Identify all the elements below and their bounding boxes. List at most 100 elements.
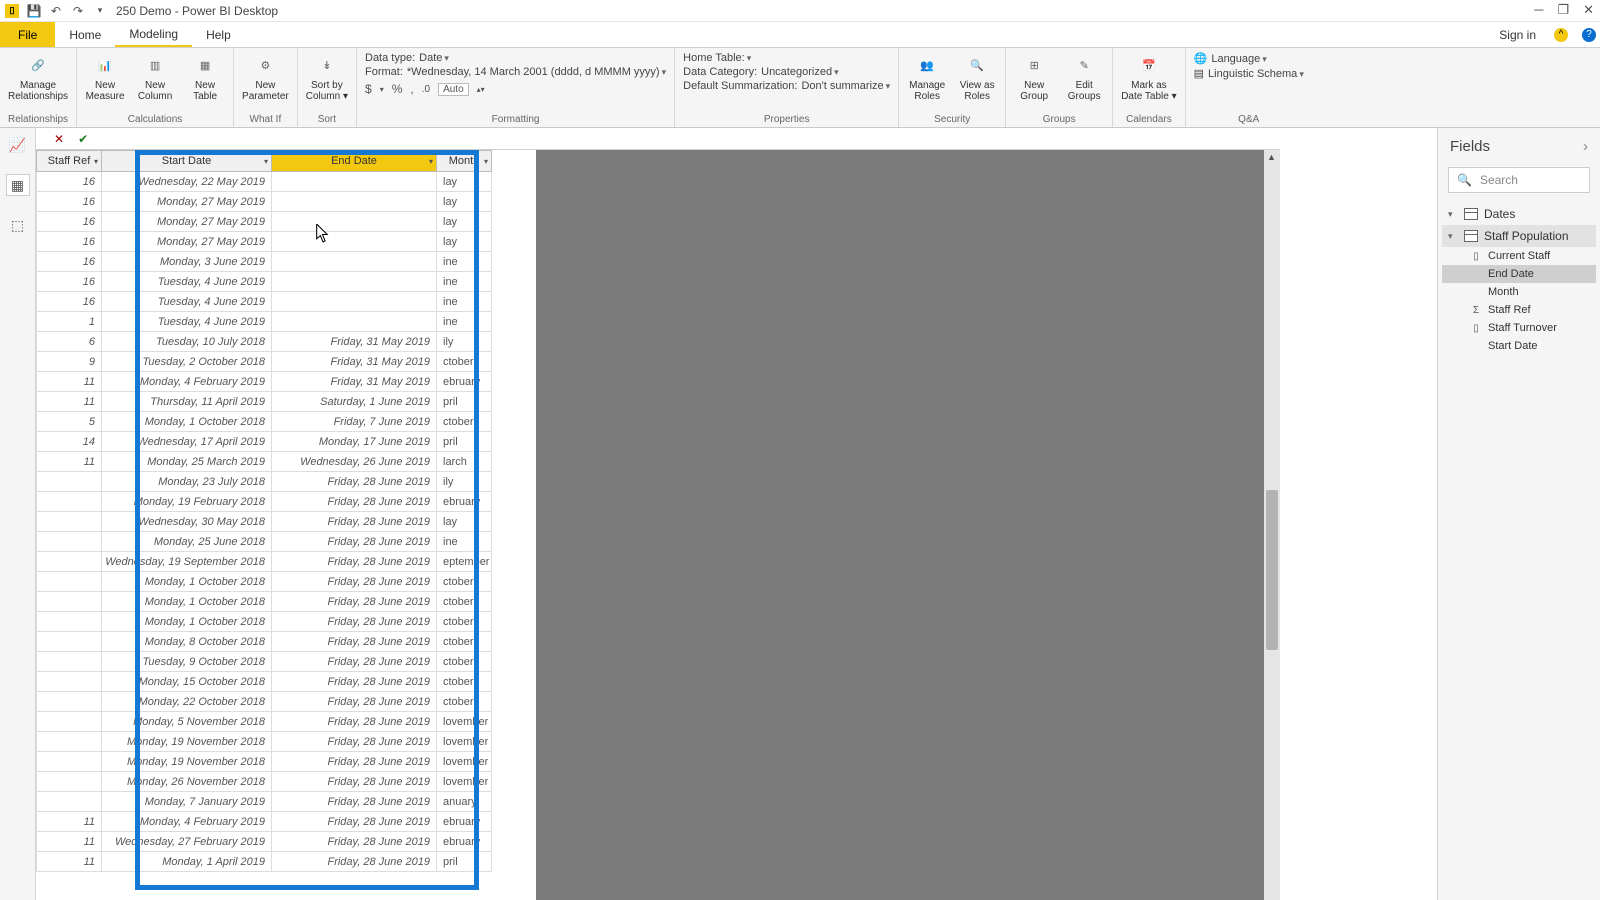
cell-start-date[interactable]: Tuesday, 4 June 2019: [102, 312, 272, 332]
qat-dropdown-icon[interactable]: ▾: [92, 3, 108, 19]
currency-button[interactable]: $: [365, 82, 372, 96]
filter-icon[interactable]: ▾: [264, 157, 268, 166]
cell-start-date[interactable]: Monday, 19 November 2018: [102, 752, 272, 772]
cell-staff-ref[interactable]: 16: [36, 272, 102, 292]
cell-start-date[interactable]: Tuesday, 10 July 2018: [102, 332, 272, 352]
table-row[interactable]: 16Monday, 27 May 2019 lay: [36, 212, 536, 232]
new-group-button[interactable]: ⊞New Group: [1014, 52, 1054, 102]
table-row[interactable]: Monday, 15 October 2018Friday, 28 June 2…: [36, 672, 536, 692]
cell-start-date[interactable]: Monday, 22 October 2018: [102, 692, 272, 712]
cell-end-date[interactable]: Friday, 28 June 2019: [272, 692, 437, 712]
cell-staff-ref[interactable]: [36, 532, 102, 552]
cell-end-date[interactable]: [272, 172, 437, 192]
cell-staff-ref[interactable]: 11: [36, 812, 102, 832]
vertical-scrollbar[interactable]: ▲: [1264, 150, 1280, 900]
cell-month[interactable]: lay: [437, 212, 492, 232]
table-row[interactable]: Monday, 5 November 2018Friday, 28 June 2…: [36, 712, 536, 732]
fields-collapse-icon[interactable]: ›: [1583, 138, 1588, 155]
cell-end-date[interactable]: [272, 312, 437, 332]
cell-end-date[interactable]: Friday, 28 June 2019: [272, 792, 437, 812]
filter-icon[interactable]: ▾: [484, 157, 488, 166]
commit-formula-icon[interactable]: ✔: [78, 132, 88, 146]
cell-month[interactable]: ctober: [437, 352, 492, 372]
cell-staff-ref[interactable]: 14: [36, 432, 102, 452]
cell-start-date[interactable]: Tuesday, 2 October 2018: [102, 352, 272, 372]
cell-month[interactable]: lay: [437, 172, 492, 192]
decimal-button[interactable]: .0: [422, 84, 430, 95]
mark-as-date-table-button[interactable]: 📅Mark as Date Table ▾: [1121, 52, 1176, 102]
cell-start-date[interactable]: Wednesday, 27 February 2019: [102, 832, 272, 852]
cell-staff-ref[interactable]: 11: [36, 452, 102, 472]
cell-month[interactable]: ctober: [437, 612, 492, 632]
cell-start-date[interactable]: Monday, 25 June 2018: [102, 532, 272, 552]
cell-staff-ref[interactable]: 16: [36, 172, 102, 192]
cell-month[interactable]: ctober: [437, 412, 492, 432]
cell-staff-ref[interactable]: 11: [36, 392, 102, 412]
percent-button[interactable]: %: [392, 82, 403, 96]
cell-month[interactable]: ine: [437, 312, 492, 332]
table-row[interactable]: Wednesday, 30 May 2018Friday, 28 June 20…: [36, 512, 536, 532]
cell-end-date[interactable]: [272, 192, 437, 212]
cell-month[interactable]: ine: [437, 292, 492, 312]
cell-start-date[interactable]: Monday, 27 May 2019: [102, 232, 272, 252]
cell-end-date[interactable]: [272, 212, 437, 232]
cell-staff-ref[interactable]: 11: [36, 372, 102, 392]
cell-start-date[interactable]: Wednesday, 17 April 2019: [102, 432, 272, 452]
cell-month[interactable]: ine: [437, 272, 492, 292]
cell-staff-ref[interactable]: [36, 692, 102, 712]
table-row[interactable]: Monday, 19 November 2018Friday, 28 June …: [36, 732, 536, 752]
cell-start-date[interactable]: Monday, 27 May 2019: [102, 212, 272, 232]
table-row[interactable]: Monday, 1 October 2018Friday, 28 June 20…: [36, 592, 536, 612]
cell-staff-ref[interactable]: [36, 492, 102, 512]
cell-start-date[interactable]: Monday, 26 November 2018: [102, 772, 272, 792]
filter-icon[interactable]: ▾: [94, 157, 98, 166]
cell-end-date[interactable]: Friday, 31 May 2019: [272, 352, 437, 372]
cell-staff-ref[interactable]: [36, 552, 102, 572]
cell-staff-ref[interactable]: 16: [36, 192, 102, 212]
cell-staff-ref[interactable]: [36, 792, 102, 812]
cell-month[interactable]: anuary: [437, 792, 492, 812]
cell-start-date[interactable]: Monday, 27 May 2019: [102, 192, 272, 212]
cell-staff-ref[interactable]: 16: [36, 212, 102, 232]
datatype-dropdown[interactable]: Date: [419, 52, 449, 64]
cell-month[interactable]: lovember: [437, 712, 492, 732]
table-row[interactable]: 14Wednesday, 17 April 2019Monday, 17 Jun…: [36, 432, 536, 452]
cell-end-date[interactable]: Friday, 28 June 2019: [272, 832, 437, 852]
column-header-staff-ref[interactable]: Staff Ref▾: [36, 150, 102, 172]
cell-start-date[interactable]: Monday, 23 July 2018: [102, 472, 272, 492]
cell-end-date[interactable]: Saturday, 1 June 2019: [272, 392, 437, 412]
table-row[interactable]: Monday, 7 January 2019Friday, 28 June 20…: [36, 792, 536, 812]
home-tab[interactable]: Home: [55, 22, 115, 47]
home-table-dropdown[interactable]: Home Table:: [683, 52, 751, 64]
cell-end-date[interactable]: Monday, 17 June 2019: [272, 432, 437, 452]
cell-end-date[interactable]: Friday, 28 June 2019: [272, 852, 437, 872]
cell-start-date[interactable]: Monday, 19 November 2018: [102, 732, 272, 752]
cell-month[interactable]: ebruary: [437, 492, 492, 512]
table-row[interactable]: Tuesday, 9 October 2018Friday, 28 June 2…: [36, 652, 536, 672]
comma-button[interactable]: ,: [410, 82, 413, 96]
cell-end-date[interactable]: Friday, 31 May 2019: [272, 372, 437, 392]
cell-start-date[interactable]: Wednesday, 22 May 2019: [102, 172, 272, 192]
cell-end-date[interactable]: Friday, 28 June 2019: [272, 592, 437, 612]
cell-staff-ref[interactable]: [36, 652, 102, 672]
cell-month[interactable]: lay: [437, 232, 492, 252]
cell-end-date[interactable]: Friday, 28 June 2019: [272, 652, 437, 672]
save-icon[interactable]: 💾: [26, 3, 42, 19]
fields-search-input[interactable]: 🔍Search: [1448, 167, 1590, 193]
column-header-end-date[interactable]: End Date▾: [272, 150, 437, 172]
data-grid[interactable]: Staff Ref▾ Start Date▾ End Date▾ Month▾ …: [36, 150, 536, 900]
cancel-formula-icon[interactable]: ✕: [54, 132, 64, 146]
table-row[interactable]: 11Wednesday, 27 February 2019Friday, 28 …: [36, 832, 536, 852]
cell-start-date[interactable]: Monday, 5 November 2018: [102, 712, 272, 732]
close-button[interactable]: ✕: [1583, 2, 1594, 18]
cell-end-date[interactable]: Friday, 28 June 2019: [272, 772, 437, 792]
help-info-icon[interactable]: ?: [1582, 28, 1596, 42]
minimize-button[interactable]: ─: [1534, 2, 1543, 18]
language-dropdown[interactable]: Language: [1211, 53, 1266, 65]
edit-groups-button[interactable]: ✎Edit Groups: [1064, 52, 1104, 102]
view-as-roles-button[interactable]: 🔍View as Roles: [957, 52, 997, 102]
column-header-month[interactable]: Month▾: [437, 150, 492, 172]
field-start-date[interactable]: Start Date: [1442, 337, 1596, 355]
cell-month[interactable]: larch: [437, 452, 492, 472]
cell-month[interactable]: ily: [437, 332, 492, 352]
